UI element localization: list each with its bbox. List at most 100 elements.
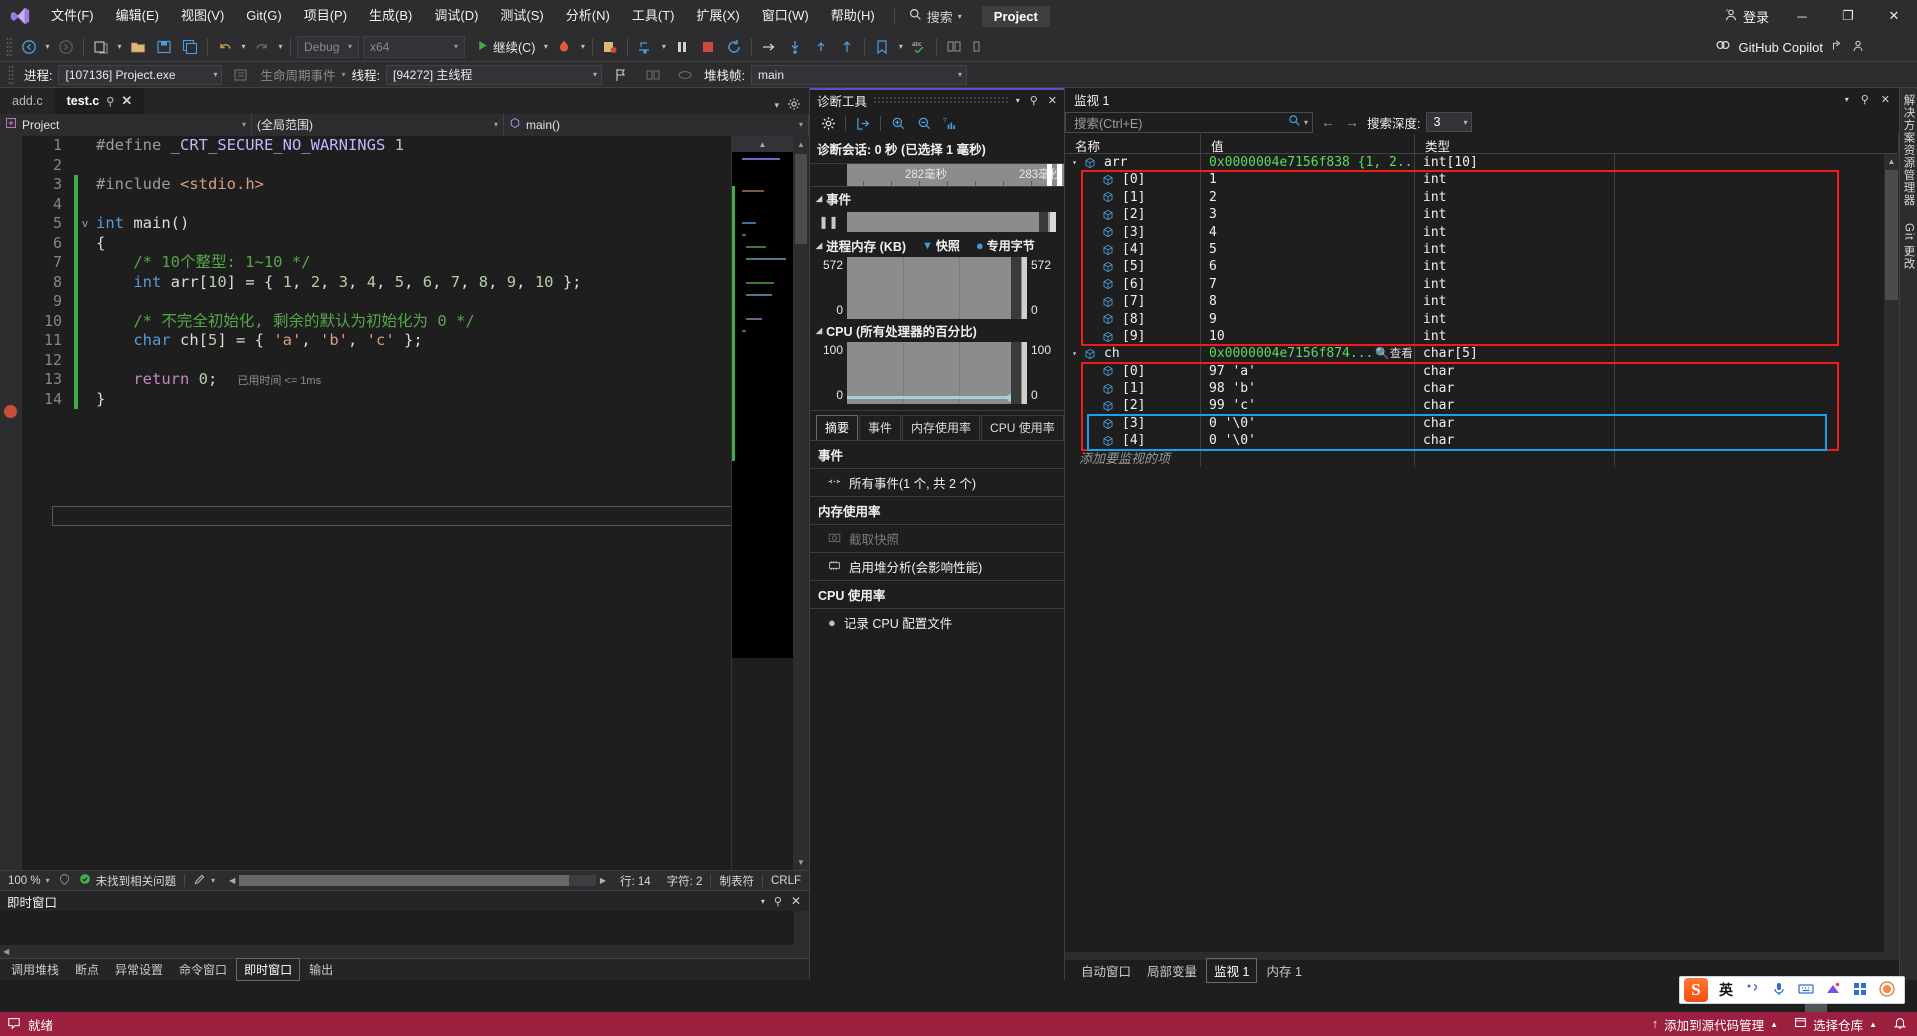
chevron-down-icon[interactable]: ▾ <box>1842 95 1852 104</box>
minimap-canvas[interactable] <box>732 152 793 658</box>
watch-search-input[interactable]: 搜索(Ctrl+E) ▾ <box>1065 112 1313 133</box>
stop-icon[interactable] <box>695 35 721 59</box>
watch-row-name-cell[interactable]: [5] <box>1065 258 1201 275</box>
back-dropdown-caret[interactable]: ▾ <box>42 35 53 59</box>
code-line[interactable]: 3#include <stdio.h> <box>22 175 793 195</box>
github-copilot-group[interactable]: GitHub Copilot <box>1715 32 1865 62</box>
tab-call-stack[interactable]: 调用堆栈 <box>4 959 66 980</box>
watch-row-value-cell[interactable]: 0x0000004e7156f874...🔍查看 ▾ <box>1201 345 1415 362</box>
tab-watch-1[interactable]: 监视 1 <box>1206 958 1257 983</box>
code-line[interactable]: 4 <box>22 195 793 215</box>
watch-row-name-cell[interactable]: [9] <box>1065 328 1201 345</box>
menu-edit[interactable]: 编辑(E) <box>105 0 170 32</box>
code-editor[interactable]: 1#define _CRT_SECURE_NO_WARNINGS 123#inc… <box>0 136 809 870</box>
menu-file[interactable]: 文件(F) <box>40 0 105 32</box>
nav-scope-combo[interactable]: (全局范围) ▾ <box>252 114 504 136</box>
thread-combo[interactable]: [94272] 主线程▾ <box>386 65 602 85</box>
dock-tab-solution-explorer[interactable]: 解决方案资源管理器 <box>1901 94 1917 207</box>
continue-button[interactable]: 继续(C) <box>471 35 540 59</box>
watch-add-value-cell[interactable] <box>1201 450 1415 467</box>
hot-reload-caret[interactable]: ▾ <box>577 35 588 59</box>
diagnostic-timeline-ruler[interactable]: 282毫秒 283毫秒 <box>810 163 1064 187</box>
sogou-logo-icon[interactable]: S <box>1684 978 1708 1002</box>
apps-icon[interactable] <box>1852 981 1868 1000</box>
menu-extensions[interactable]: 扩展(X) <box>685 0 750 32</box>
toolbar-grip[interactable] <box>6 37 13 57</box>
minimize-button[interactable]: ─ <box>1779 0 1825 32</box>
watch-row[interactable]: [2]3int <box>1065 206 1899 223</box>
watch-row[interactable]: ▾arr0x0000004e7156f838 {1, 2...int[10] <box>1065 154 1899 171</box>
watch-add-item-row[interactable]: 添加要监视的项 <box>1065 450 1899 467</box>
save-icon[interactable] <box>151 35 177 59</box>
new-breakpoint-icon[interactable] <box>597 35 623 59</box>
watch-row-value-cell[interactable]: 9 <box>1201 311 1415 328</box>
scroll-up-icon[interactable]: ▲ <box>1884 154 1899 169</box>
expander-icon[interactable]: ▾ <box>1069 345 1080 362</box>
expander-icon[interactable]: ▾ <box>1069 154 1080 171</box>
watch-row-name-cell[interactable]: [6] <box>1065 276 1201 293</box>
pin-icon[interactable]: ⚲ <box>1028 94 1040 107</box>
watch-row-value-cell[interactable]: 7 <box>1201 276 1415 293</box>
scroll-thumb[interactable] <box>1885 170 1898 300</box>
code-line[interactable]: 10 /* 不完全初始化, 剩余的默认为初始化为 0 */ <box>22 312 793 332</box>
watch-row[interactable]: [0]1int <box>1065 171 1899 188</box>
fold-marker[interactable]: v <box>78 214 92 234</box>
watch-row[interactable]: [1]2int <box>1065 189 1899 206</box>
chevron-down-icon[interactable]: ▾ <box>761 897 765 906</box>
arrow-right-icon[interactable]: → <box>1345 114 1359 130</box>
watch-value-viewer-button[interactable]: 🔍查看 ▾ <box>1375 348 1415 360</box>
watch-row-value-cell[interactable]: 5 <box>1201 241 1415 258</box>
hot-reload-icon[interactable] <box>551 35 577 59</box>
menu-test[interactable]: 测试(S) <box>489 0 554 32</box>
watch-row-value-cell[interactable]: 8 <box>1201 293 1415 310</box>
watch-row-name-cell[interactable]: [4] <box>1065 241 1201 258</box>
menu-view[interactable]: 视图(V) <box>170 0 235 32</box>
watch-row-value-cell[interactable]: 0 '\0' <box>1201 432 1415 449</box>
settings-icon[interactable] <box>816 112 840 134</box>
minimap[interactable]: ▲ <box>731 136 793 870</box>
global-search[interactable]: 搜索 ▾ <box>903 4 968 28</box>
save-all-icon[interactable] <box>177 35 203 59</box>
code-line[interactable]: 6{ <box>22 234 793 254</box>
show-next-statement-icon[interactable] <box>756 35 782 59</box>
watch-row[interactable]: [0]97 'a'char <box>1065 363 1899 380</box>
search-icon[interactable] <box>1288 114 1301 130</box>
summary-enable-heap-row[interactable]: 启用堆分析(会影响性能) <box>810 552 1064 580</box>
tab-breakpoints[interactable]: 断点 <box>68 959 106 980</box>
watch-row-value-cell[interactable]: 10 <box>1201 328 1415 345</box>
watch-row-value-cell[interactable]: 6 <box>1201 258 1415 275</box>
dock-tab-git-changes[interactable]: Git 更改 <box>1901 223 1917 270</box>
bookmark-caret[interactable]: ▾ <box>895 35 906 59</box>
watch-row-name-cell[interactable]: [0] <box>1065 363 1201 380</box>
watch-row-value-cell[interactable]: 2 <box>1201 189 1415 206</box>
stackframe-combo[interactable]: main▾ <box>751 65 967 85</box>
watch-row-name-cell[interactable]: [4] <box>1065 432 1201 449</box>
scroll-left-icon[interactable]: ◀ <box>229 876 235 885</box>
watch-row[interactable]: [8]9int <box>1065 311 1899 328</box>
code-line[interactable]: 12 <box>22 351 793 371</box>
summary-all-events-row[interactable]: 所有事件(1 个, 共 2 个) <box>810 468 1064 496</box>
tab-indicator[interactable]: 制表符 <box>711 871 762 891</box>
menu-window[interactable]: 窗口(W) <box>751 0 820 32</box>
editor-tab-test-c[interactable]: test.c ⚲ ✕ <box>55 88 145 114</box>
editor-horizontal-scrollbar[interactable]: ◀ ▶ <box>229 875 606 886</box>
undo-icon[interactable] <box>212 35 238 59</box>
restart-icon[interactable] <box>721 35 747 59</box>
chevron-down-icon[interactable]: ▾ <box>774 100 779 111</box>
cpu-plot[interactable] <box>847 342 1027 404</box>
diag-events-section-header[interactable]: ◢ 事件 <box>810 187 1064 210</box>
project-badge[interactable]: Project <box>982 6 1050 27</box>
watch-grid[interactable]: 名称 值 类型 ▾arr0x0000004e7156f838 {1, 2...i… <box>1065 134 1899 952</box>
mascot-icon[interactable] <box>1879 981 1895 1000</box>
watch-col-type[interactable]: 类型 <box>1415 134 1899 153</box>
zoom-level[interactable]: 100 % ▾ <box>0 871 58 891</box>
watch-row-name-cell[interactable]: [8] <box>1065 311 1201 328</box>
pin-icon[interactable]: ⚲ <box>106 95 114 108</box>
tab-locals[interactable]: 局部变量 <box>1140 959 1204 982</box>
close-icon[interactable]: ✕ <box>791 894 801 908</box>
copilot-share-icon[interactable] <box>1830 39 1844 56</box>
timeline-selection-start[interactable] <box>1047 164 1052 186</box>
scroll-down-icon[interactable]: ▼ <box>793 854 809 870</box>
pin-icon[interactable]: ⚲ <box>1858 93 1872 106</box>
watch-row-name-cell[interactable]: [1] <box>1065 380 1201 397</box>
